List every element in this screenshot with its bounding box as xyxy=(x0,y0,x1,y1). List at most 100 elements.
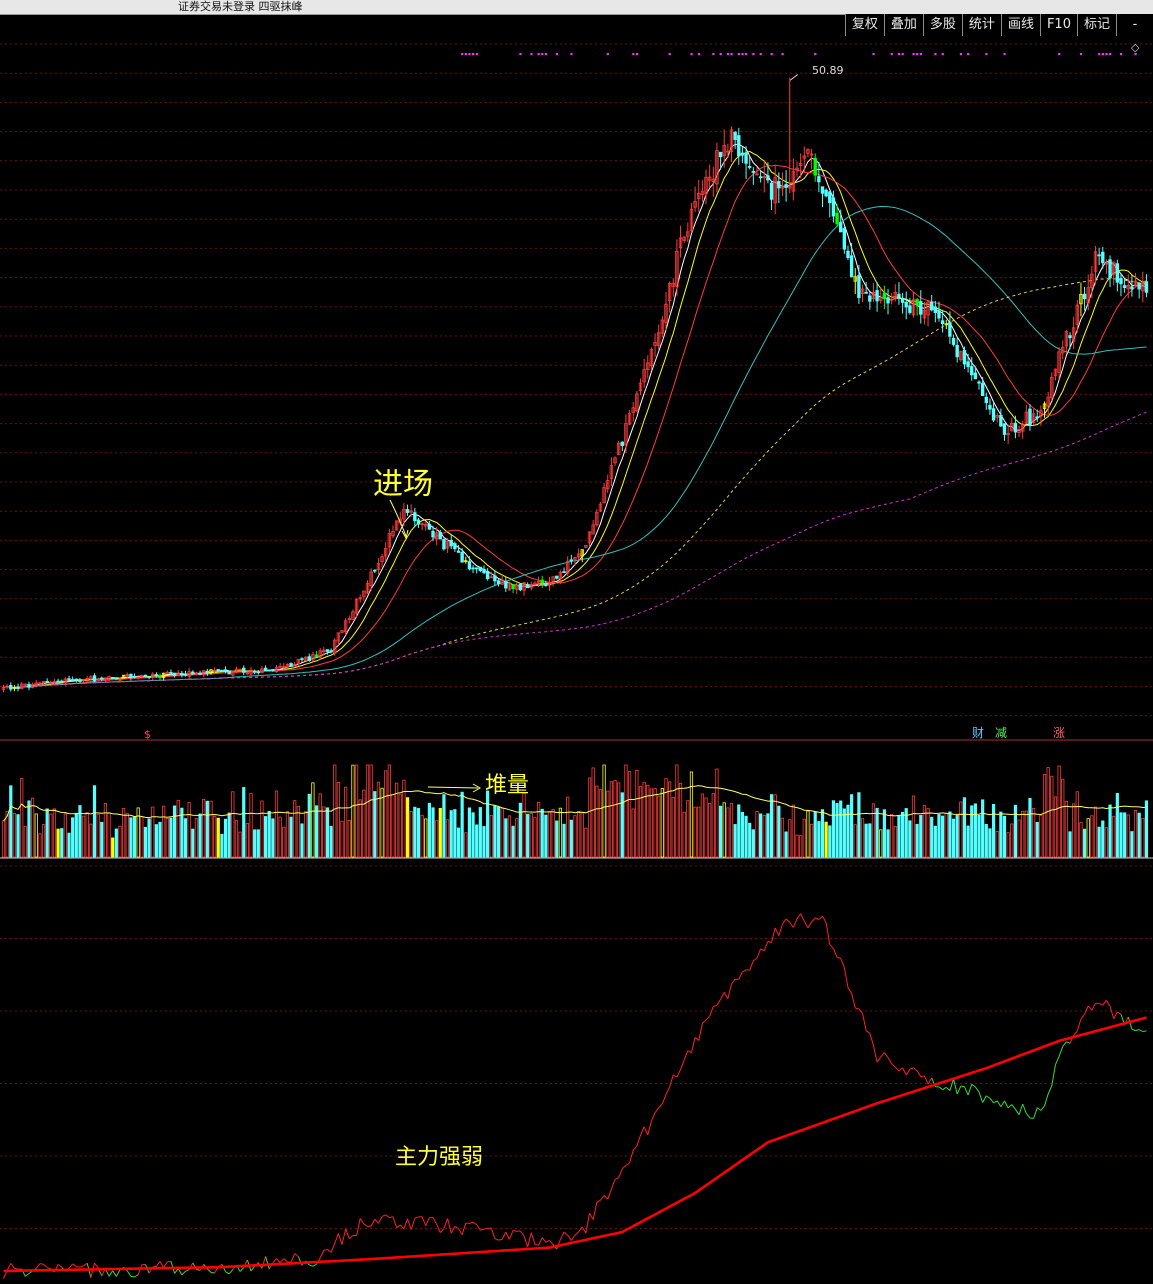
strength-segment xyxy=(1113,1011,1118,1019)
f10-button[interactable]: F10 xyxy=(1039,14,1077,36)
strength-segment xyxy=(923,1075,929,1085)
candle xyxy=(737,127,741,165)
volume-bar xyxy=(551,809,555,858)
strength-segment xyxy=(1135,1029,1140,1032)
candle-body xyxy=(16,686,20,689)
volume-bar xyxy=(369,764,373,858)
candle xyxy=(930,295,934,312)
mark-button[interactable]: 标记 xyxy=(1076,14,1116,36)
strength-segment xyxy=(57,1263,63,1268)
candle-body xyxy=(70,679,75,681)
volume-bar xyxy=(900,811,905,858)
statistics-button[interactable]: 统计 xyxy=(961,14,1001,36)
candle-body xyxy=(467,561,472,570)
strength-segment xyxy=(159,1261,165,1268)
strength-segment xyxy=(989,1097,994,1104)
candle-body xyxy=(169,671,173,674)
volume-bar xyxy=(449,810,453,858)
ma20-line xyxy=(3,164,1147,689)
strength-segment xyxy=(690,1037,696,1053)
volume-bar xyxy=(384,770,388,858)
strength-segment xyxy=(483,1227,488,1230)
strength-segment xyxy=(658,1103,663,1109)
candle xyxy=(780,172,785,197)
candle xyxy=(1133,272,1138,287)
candle-body xyxy=(442,538,446,550)
strength-segment xyxy=(283,1258,288,1263)
strength-segment xyxy=(742,969,747,973)
volume-bar xyxy=(253,829,257,858)
strength-segment xyxy=(825,922,831,945)
signal-dot xyxy=(475,53,478,56)
volume-bar xyxy=(20,777,24,858)
volume-bar xyxy=(329,825,333,858)
candle xyxy=(74,678,78,683)
volume-bar xyxy=(729,802,734,858)
volume-bar xyxy=(238,831,242,858)
strength-segment xyxy=(760,948,765,952)
volume-bar xyxy=(791,804,795,858)
volume-bar xyxy=(482,826,486,858)
diamond-icon[interactable]: ◇ xyxy=(1131,41,1140,54)
overlay-button[interactable]: 叠加 xyxy=(883,14,923,36)
volume-bar xyxy=(762,815,766,858)
candle-body xyxy=(373,569,377,572)
candle xyxy=(591,519,595,535)
dollar-event-marker: $ xyxy=(144,728,151,741)
strength-segment xyxy=(832,948,838,958)
multi-stock-button[interactable]: 多股 xyxy=(922,14,962,36)
strength-segment xyxy=(538,1237,543,1246)
volume-bar xyxy=(806,810,810,858)
volume-bar xyxy=(875,807,879,858)
strength-segment xyxy=(938,1086,943,1091)
volume-bar xyxy=(427,802,431,858)
candle xyxy=(1050,372,1054,401)
strength-segment xyxy=(771,927,776,943)
volume-bar xyxy=(777,805,781,858)
adjust-rights-button[interactable]: 复权 xyxy=(844,14,884,36)
strength-segment xyxy=(348,1234,354,1240)
strength-segment xyxy=(47,1267,51,1270)
minus-button[interactable]: - xyxy=(1116,14,1153,36)
volume-bar xyxy=(759,813,763,858)
strength-segment xyxy=(508,1230,514,1240)
volume-pile-arrow xyxy=(427,786,479,789)
peak-price-label: 50.89 xyxy=(812,64,844,77)
strength-segment xyxy=(716,999,722,1006)
strength-segment xyxy=(439,1228,445,1233)
volume-bar xyxy=(71,817,75,858)
strength-segment xyxy=(665,1086,671,1095)
strength-segment xyxy=(1018,1103,1024,1115)
strength-segment xyxy=(585,1213,591,1234)
candle xyxy=(951,334,956,347)
candle xyxy=(507,581,512,591)
candle-body xyxy=(27,683,31,688)
volume-bar xyxy=(74,812,78,858)
candle xyxy=(1017,425,1021,438)
candle-body xyxy=(198,672,202,675)
candle xyxy=(478,566,483,573)
signal-dot xyxy=(814,53,817,56)
strength-segment xyxy=(290,1253,296,1263)
volume-bar xyxy=(773,794,777,858)
strength-segment xyxy=(818,915,823,920)
candle xyxy=(278,662,282,668)
volume-bar xyxy=(289,816,293,858)
candle xyxy=(1071,316,1076,350)
strength-segment xyxy=(480,1228,485,1231)
volume-bar xyxy=(522,792,526,858)
candle xyxy=(817,162,821,193)
signal-dot xyxy=(530,53,533,56)
volume-bar xyxy=(617,782,621,858)
strength-segment xyxy=(294,1253,299,1257)
volume-bar xyxy=(817,821,821,858)
strength-segment xyxy=(363,1223,368,1227)
candle-body xyxy=(908,305,912,313)
volume-bar xyxy=(49,813,53,858)
candle xyxy=(726,143,730,159)
signal-dot xyxy=(606,53,609,56)
candle xyxy=(686,222,690,242)
candle-body xyxy=(1137,282,1141,290)
strength-segment xyxy=(279,1258,285,1264)
draw-line-button[interactable]: 画线 xyxy=(1000,14,1040,36)
